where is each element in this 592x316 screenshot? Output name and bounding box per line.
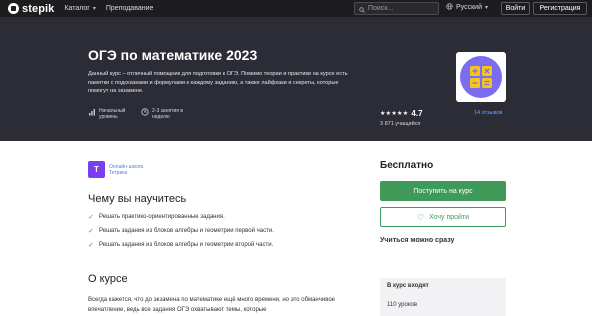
schedule-line2: неделю [152, 114, 170, 120]
level-line2: уровень [99, 114, 118, 120]
learn-item: ✓ Решать задания из блоков алгебры и гео… [88, 241, 273, 249]
learn-item: ✓ Решать практико-ориентированные задани… [88, 213, 225, 221]
reviews-link[interactable]: 14 отзывов [474, 110, 502, 116]
login-button[interactable]: Войти [501, 2, 530, 15]
course-price: Бесплатно [380, 160, 434, 171]
calculator-icon [460, 56, 502, 98]
language-label: Русский [456, 4, 482, 11]
language-selector[interactable]: Русский ▾ [446, 3, 488, 12]
stepik-logo-icon [8, 3, 19, 14]
search-icon [359, 0, 365, 18]
check-icon: ✓ [88, 214, 94, 221]
check-icon: ✓ [88, 242, 94, 249]
learn-heading: Чему вы научитесь [88, 193, 187, 205]
register-button[interactable]: Регистрация [533, 2, 587, 15]
stepik-logo[interactable]: stepik [8, 3, 54, 15]
enroll-button[interactable]: Поступить на курс [380, 181, 506, 201]
course-schedule: 2-3 занятия в неделю [141, 108, 183, 120]
learn-item: ✓ Решать задания из блоков алгебры и гео… [88, 227, 274, 235]
rating-value: 4.7 [411, 109, 423, 118]
chevron-down-icon: ▾ [92, 6, 96, 12]
includes-title: В курс входят [387, 283, 429, 289]
logo-text: stepik [22, 2, 55, 15]
lessons-count: 110 уроков [387, 302, 418, 308]
course-includes-panel: В курс входят 110 уроков [380, 278, 506, 316]
chevron-down-icon: ▾ [484, 5, 488, 11]
rating-stars: ★★★★★ [380, 111, 409, 117]
teaching-label: Преподавание [105, 5, 154, 12]
author-name: Онлайн-школа Тетрика [109, 164, 153, 176]
check-icon: ✓ [88, 228, 94, 235]
course-cover-image [456, 52, 506, 102]
course-hero: ОГЭ по математике 2023 Данный курс – отл… [0, 17, 592, 141]
search-input[interactable] [368, 5, 438, 12]
learn-item-text: Решать задания из блоков алгебры и геоме… [99, 228, 274, 234]
globe-icon [446, 3, 453, 12]
wishlist-button[interactable]: ♡ Хочу пройти [380, 207, 506, 227]
course-title: ОГЭ по математике 2023 [88, 47, 258, 63]
course-description: Данный курс – отличный помощник для подг… [88, 71, 348, 95]
course-rating: ★★★★★ 4.7 [380, 109, 423, 118]
course-level: Начальный уровень [88, 108, 125, 120]
learn-item-text: Решать практико-ориентированные задания. [99, 214, 225, 220]
teaching-link[interactable]: Преподавание [106, 5, 154, 12]
start-anytime-note: Учиться можно сразу [380, 237, 455, 244]
search-box[interactable] [354, 2, 439, 15]
author-logo: Т [88, 161, 105, 178]
clock-icon [141, 108, 149, 116]
course-author[interactable]: Т Онлайн-школа Тетрика [88, 161, 153, 178]
wishlist-label: Хочу пройти [429, 213, 470, 221]
top-navigation: stepik Каталог ▾ Преподавание Русский ▾ … [0, 0, 592, 17]
catalog-label: Каталог [64, 5, 90, 12]
about-heading: О курсе [88, 273, 128, 285]
level-icon [88, 108, 96, 116]
learn-item-text: Решать задания из блоков алгебры и геоме… [99, 242, 274, 248]
heart-icon: ♡ [416, 212, 425, 222]
learners-count: 3 871 учащийся [380, 121, 421, 127]
catalog-menu[interactable]: Каталог ▾ [64, 5, 95, 12]
author-name-line2: Тетрика [109, 169, 128, 176]
about-text: Всегда кажется, что до экзамена по матем… [88, 297, 335, 313]
